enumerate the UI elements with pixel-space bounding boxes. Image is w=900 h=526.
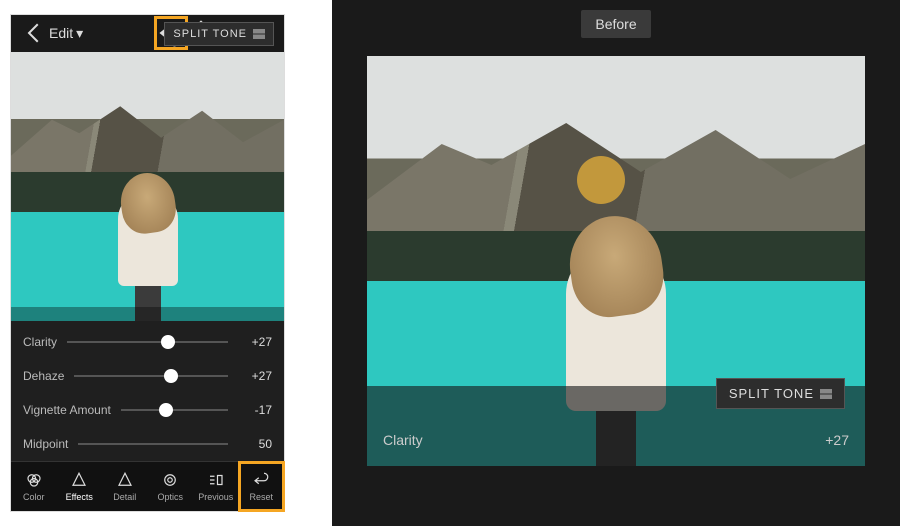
slider-track[interactable] — [67, 341, 228, 343]
before-label: Before — [581, 10, 650, 38]
slider-label: Midpoint — [23, 437, 68, 451]
split-tone-label: SPLIT TONE — [173, 28, 247, 40]
tab-detail[interactable]: Detail — [102, 462, 148, 511]
tab-label: Color — [23, 492, 45, 502]
slider-knob[interactable] — [161, 335, 175, 349]
large-photo-preview[interactable]: SPLIT TONE Clarity +27 — [367, 56, 865, 466]
slider-value: +27 — [238, 335, 272, 349]
tab-label: Previous — [198, 492, 233, 502]
tab-reset[interactable]: Reset — [239, 462, 285, 511]
tab-label: Reset — [249, 492, 273, 502]
split-tone-label: SPLIT TONE — [729, 386, 814, 401]
slider-label: Clarity — [23, 335, 57, 349]
chevron-down-icon[interactable]: ▾ — [76, 25, 83, 42]
tab-effects[interactable]: Effects — [57, 462, 103, 511]
slider-clarity[interactable]: Clarity +27 — [23, 325, 272, 359]
large-adjustments-strip: SPLIT TONE Clarity +27 — [367, 386, 865, 466]
slider-value: -17 — [238, 403, 272, 417]
photo-preview[interactable]: SPLIT TONE — [11, 52, 284, 321]
slider-track[interactable] — [78, 443, 228, 445]
slider-dehaze[interactable]: Dehaze +27 — [23, 359, 272, 393]
split-tone-icon — [253, 29, 265, 39]
tab-label: Optics — [157, 492, 183, 502]
slider-knob[interactable] — [164, 369, 178, 383]
split-tone-button[interactable]: SPLIT TONE — [164, 22, 274, 46]
slider-track[interactable] — [121, 409, 228, 411]
tab-label: Detail — [113, 492, 136, 502]
slider-value: +27 — [238, 369, 272, 383]
slider-midpoint[interactable]: Midpoint 50 — [23, 427, 272, 461]
slider-label: Vignette Amount — [23, 403, 111, 417]
tab-previous[interactable]: Previous — [193, 462, 239, 511]
mode-label[interactable]: Edit — [49, 25, 73, 41]
slider-value: 50 — [238, 437, 272, 451]
split-tone-button[interactable]: SPLIT TONE — [716, 378, 845, 409]
slider-track[interactable] — [74, 375, 228, 377]
bottom-tabs: Color Effects Detail Optics Previous Res… — [11, 461, 284, 511]
phone-panel: Edit ▾ SPLIT TONE Clarity — [10, 14, 285, 512]
slider-label: Dehaze — [23, 369, 64, 383]
slider-clarity[interactable]: Clarity +27 — [383, 432, 849, 448]
slider-label: Clarity — [383, 432, 423, 448]
slider-value: +27 — [825, 432, 849, 448]
slider-vignette-amount[interactable]: Vignette Amount -17 — [23, 393, 272, 427]
split-tone-icon — [820, 389, 832, 399]
back-button[interactable] — [19, 18, 49, 48]
tab-label: Effects — [66, 492, 93, 502]
tab-optics[interactable]: Optics — [148, 462, 194, 511]
adjustments-panel: Clarity +27 Dehaze +27 Vignette Amount -… — [11, 321, 284, 461]
subject — [113, 191, 183, 321]
touch-indicator-icon — [577, 156, 625, 204]
slider-knob[interactable] — [159, 403, 173, 417]
tab-color[interactable]: Color — [11, 462, 57, 511]
large-preview-panel: Before SPLIT TONE Clarity +27 — [332, 0, 900, 526]
